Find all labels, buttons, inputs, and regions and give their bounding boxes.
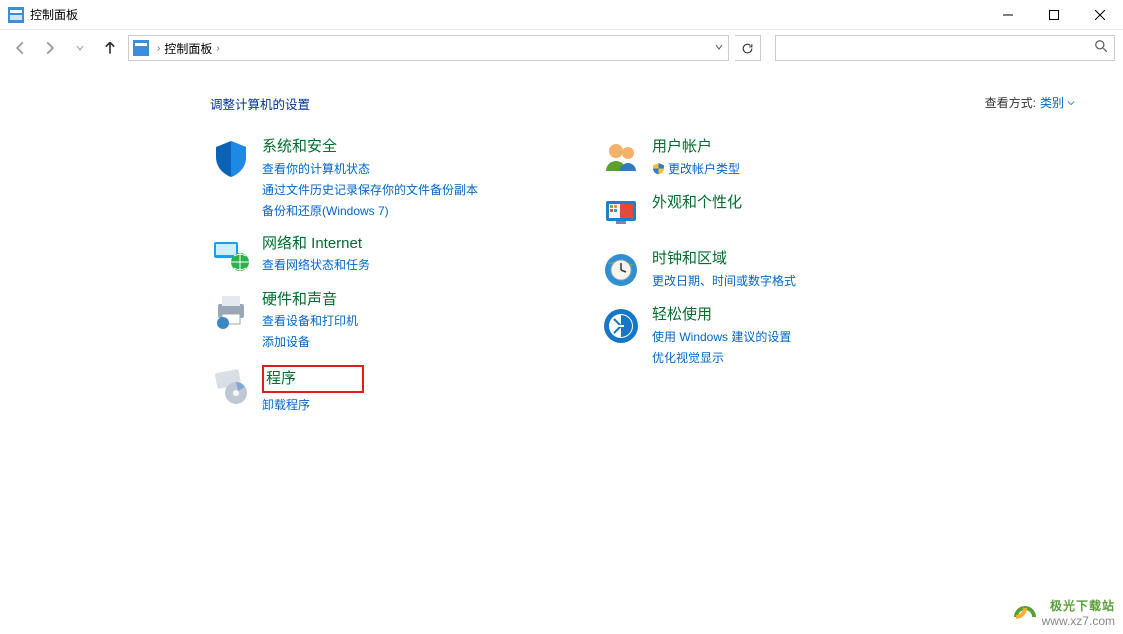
recent-dropdown[interactable] (68, 36, 92, 60)
category-programs: 程序 卸载程序 (210, 365, 520, 414)
category-title[interactable]: 硬件和声音 (262, 290, 358, 310)
category-appearance: 外观和个性化 (600, 193, 910, 235)
users-icon[interactable] (600, 137, 642, 179)
category-hardware: 硬件和声音 查看设备和打印机 添加设备 (210, 290, 520, 352)
watermark: 极光下载站 www.xz7.com (1012, 597, 1115, 629)
maximize-button[interactable] (1031, 0, 1077, 30)
minimize-button[interactable] (985, 0, 1031, 30)
category-link[interactable]: 优化视觉显示 (652, 349, 791, 367)
search-box[interactable] (775, 35, 1115, 61)
category-title[interactable]: 系统和安全 (262, 137, 478, 157)
watermark-title: 极光下载站 (1042, 597, 1115, 614)
category-link[interactable]: 备份和还原(Windows 7) (262, 202, 478, 220)
category-network: 网络和 Internet 查看网络状态和任务 (210, 234, 520, 276)
search-icon[interactable] (1094, 39, 1108, 58)
search-input[interactable] (782, 41, 1094, 55)
highlight-annotation: 程序 (262, 365, 364, 393)
view-by-label: 查看方式: (985, 94, 1036, 111)
category-link[interactable]: 查看设备和打印机 (262, 312, 358, 330)
category-link[interactable]: 卸载程序 (262, 396, 364, 414)
category-column-left: 系统和安全 查看你的计算机状态 通过文件历史记录保存你的文件备份副本 备份和还原… (210, 137, 520, 414)
navigation-bar: › 控制面板 › (0, 30, 1123, 66)
disc-icon[interactable] (210, 365, 252, 407)
page-heading: 调整计算机的设置 (210, 94, 310, 113)
content-area: 调整计算机的设置 查看方式: 类别 系统和安全 查看你的计算机状态 通过文件历史… (0, 66, 1123, 414)
printer-icon[interactable] (210, 290, 252, 332)
clock-globe-icon[interactable] (600, 249, 642, 291)
window-controls (985, 0, 1123, 30)
address-icon (133, 40, 149, 56)
watermark-url: www.xz7.com (1042, 614, 1115, 628)
category-link[interactable]: 查看网络状态和任务 (262, 256, 370, 274)
category-title[interactable]: 轻松使用 (652, 305, 791, 325)
category-user-accounts: 用户帐户 更改帐户类型 (600, 137, 910, 179)
view-by-value[interactable]: 类别 (1040, 94, 1075, 111)
chevron-down-icon (1067, 99, 1075, 107)
category-link[interactable]: 添加设备 (262, 333, 358, 351)
category-link[interactable]: 更改日期、时间或数字格式 (652, 272, 796, 290)
address-dropdown-icon[interactable] (714, 39, 724, 57)
category-title[interactable]: 时钟和区域 (652, 249, 796, 269)
forward-button[interactable] (38, 36, 62, 60)
watermark-logo-icon (1012, 599, 1038, 625)
chevron-right-icon: › (157, 43, 160, 54)
titlebar: 控制面板 (0, 0, 1123, 30)
category-link[interactable]: 使用 Windows 建议的设置 (652, 328, 791, 346)
up-button[interactable] (98, 36, 122, 60)
chevron-right-icon: › (216, 43, 219, 54)
category-column-right: 用户帐户 更改帐户类型 外观和个性化 (600, 137, 910, 414)
uac-shield-icon (652, 162, 665, 175)
monitor-appearance-icon[interactable] (600, 193, 642, 235)
control-panel-icon (8, 7, 24, 23)
category-ease-of-access: 轻松使用 使用 Windows 建议的设置 优化视觉显示 (600, 305, 910, 367)
category-link[interactable]: 通过文件历史记录保存你的文件备份副本 (262, 181, 478, 199)
category-clock: 时钟和区域 更改日期、时间或数字格式 (600, 249, 910, 291)
breadcrumb-root[interactable]: 控制面板 (164, 40, 212, 57)
ease-of-access-icon[interactable] (600, 305, 642, 347)
category-link[interactable]: 更改帐户类型 (668, 160, 740, 178)
back-button[interactable] (8, 36, 32, 60)
view-by: 查看方式: 类别 (985, 94, 1075, 111)
close-button[interactable] (1077, 0, 1123, 30)
window-title: 控制面板 (30, 6, 985, 23)
category-title[interactable]: 外观和个性化 (652, 193, 742, 213)
category-title[interactable]: 网络和 Internet (262, 234, 370, 254)
refresh-button[interactable] (735, 35, 761, 61)
shield-icon[interactable] (210, 137, 252, 179)
address-bar[interactable]: › 控制面板 › (128, 35, 729, 61)
category-system-security: 系统和安全 查看你的计算机状态 通过文件历史记录保存你的文件备份副本 备份和还原… (210, 137, 520, 220)
category-link[interactable]: 查看你的计算机状态 (262, 160, 478, 178)
category-title[interactable]: 程序 (266, 369, 356, 389)
globe-monitor-icon[interactable] (210, 234, 252, 276)
category-title[interactable]: 用户帐户 (652, 137, 740, 157)
